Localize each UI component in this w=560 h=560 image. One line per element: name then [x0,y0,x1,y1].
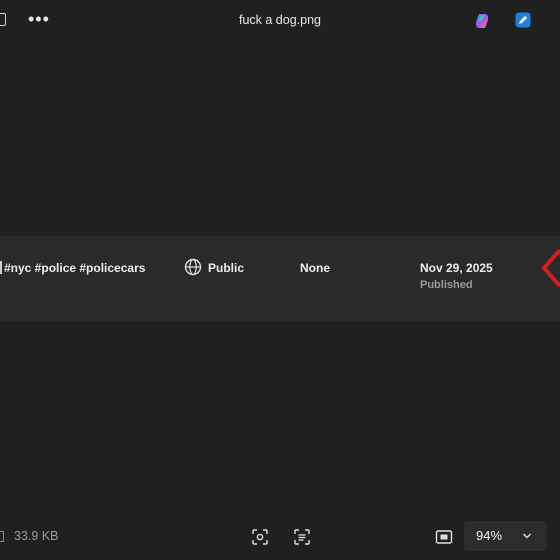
fit-to-window-icon[interactable] [435,528,453,546]
restrictions-value: None [300,261,330,275]
chevron-down-icon[interactable] [522,532,532,540]
visual-search-icon[interactable] [251,528,269,546]
zoom-level: 94% [476,528,503,543]
post-info-strip [0,236,560,321]
checkbox-edge[interactable] [0,261,2,274]
visibility-value: Public [208,261,245,275]
post-tags: #nyc #police #policecars [4,261,146,275]
post-status: Published [420,279,473,291]
file-size: 33.9 KB [14,529,59,543]
post-date: Nov 29, 2025 [420,261,493,275]
edit-icon[interactable] [515,12,531,28]
red-diamond-icon [541,248,560,288]
globe-icon [184,258,202,276]
extract-text-icon[interactable] [293,528,311,546]
title-bar: ••• fuck a dog.png [0,0,560,40]
file-icon [0,531,4,542]
copilot-icon[interactable] [473,12,491,30]
